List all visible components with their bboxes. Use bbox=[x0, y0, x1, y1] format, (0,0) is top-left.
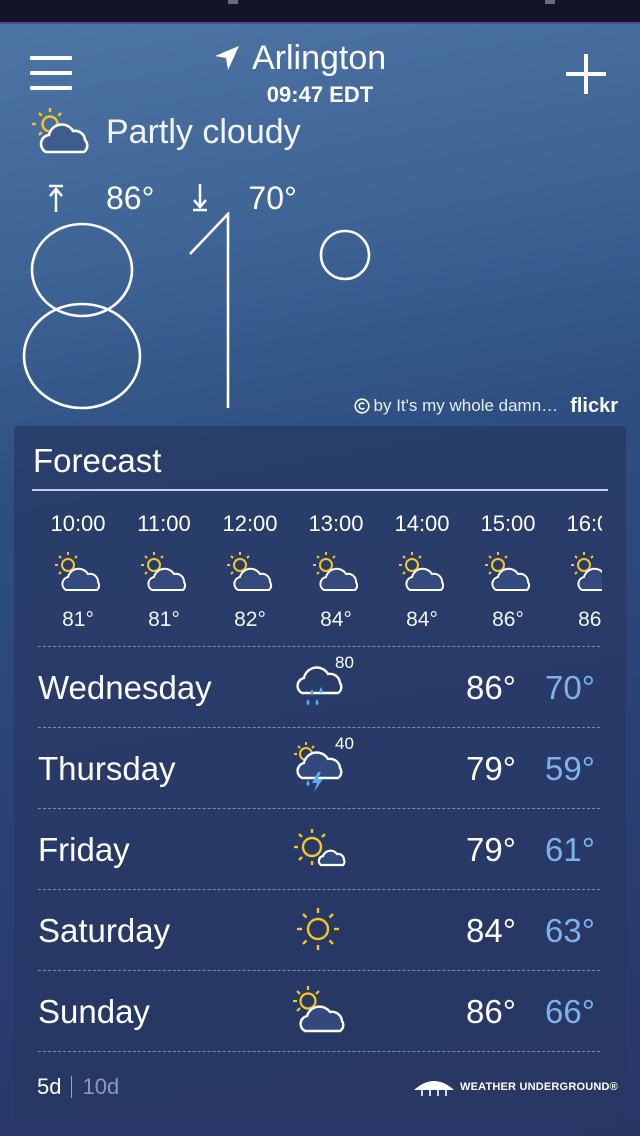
hourly-item: 15:00 86° bbox=[464, 504, 552, 632]
daily-row-wednesday[interactable]: Wednesday 80 86° 70° bbox=[38, 646, 600, 727]
photo-credit-text: by It's my whole damn… bbox=[373, 396, 559, 415]
hour-time: 16:00 bbox=[566, 511, 602, 536]
condition-label: Partly cloudy bbox=[106, 112, 301, 151]
partly-cloudy-icon bbox=[227, 552, 273, 591]
umbrella-icon bbox=[414, 1081, 454, 1096]
hour-temp: 84° bbox=[320, 608, 352, 631]
day-low: 61° bbox=[545, 831, 595, 868]
hour-time: 15:00 bbox=[480, 511, 536, 536]
hour-time: 12:00 bbox=[222, 511, 278, 536]
day-low: 59° bbox=[545, 750, 595, 787]
ten-day-button[interactable]: 10d bbox=[82, 1074, 119, 1100]
hour-temp: 81° bbox=[148, 608, 180, 631]
location-arrow-icon bbox=[215, 46, 239, 70]
forecast-panel: Forecast 10:00 81° 11:00 81° 12:00 82° 1… bbox=[14, 426, 626, 1122]
high-arrow-icon bbox=[49, 184, 63, 212]
hour-time: 14:00 bbox=[394, 511, 450, 536]
hour-time: 10:00 bbox=[50, 511, 106, 536]
five-day-button[interactable]: 5d bbox=[37, 1074, 61, 1100]
sunny-icon bbox=[297, 908, 339, 950]
hour-time: 13:00 bbox=[308, 511, 364, 536]
status-indicator bbox=[228, 0, 238, 4]
mostly-sunny-icon bbox=[294, 829, 346, 867]
hour-temp: 84° bbox=[406, 608, 438, 631]
forecast-divider bbox=[32, 489, 608, 491]
weather-underground-logo[interactable]: WEATHER UNDERGROUND® bbox=[412, 1076, 618, 1098]
precip-chance: 40 bbox=[335, 734, 354, 753]
day-low: 66° bbox=[545, 993, 595, 1030]
provider-name: WEATHER UNDERGROUND® bbox=[460, 1081, 618, 1093]
daily-forecast: Wednesday 80 86° 70° Thursday 40 79° 59°… bbox=[38, 646, 600, 1052]
daily-row-thursday[interactable]: Thursday 40 79° 59° bbox=[38, 727, 600, 808]
hour-temp: 86° bbox=[578, 608, 602, 631]
partly-cloudy-icon bbox=[293, 986, 345, 1033]
daily-row-saturday[interactable]: Saturday 84° 63° bbox=[38, 889, 600, 970]
low-arrow-icon bbox=[193, 184, 208, 212]
forecast-title: Forecast bbox=[33, 442, 162, 479]
today-high: 86° bbox=[106, 179, 155, 216]
hourly-item: 13:00 84° bbox=[292, 504, 380, 632]
day-low: 63° bbox=[545, 912, 595, 949]
day-name: Thursday bbox=[38, 750, 176, 787]
partly-cloudy-icon bbox=[32, 108, 89, 154]
photo-credit[interactable]: by It's my whole damn… flickr bbox=[353, 393, 618, 419]
range-separator bbox=[71, 1076, 73, 1098]
day-high: 79° bbox=[466, 750, 516, 787]
day-name: Sunday bbox=[38, 993, 150, 1030]
hourly-item: 10:00 81° bbox=[34, 504, 122, 632]
partly-cloudy-icon bbox=[313, 552, 359, 591]
current-condition: Partly cloudy bbox=[30, 104, 301, 160]
copyright-icon bbox=[353, 398, 370, 414]
partly-cloudy-icon bbox=[141, 552, 187, 591]
daily-divider bbox=[38, 1051, 600, 1052]
range-toggle: 5d 10d bbox=[37, 1074, 119, 1100]
day-high: 86° bbox=[466, 669, 516, 706]
hourly-item: 14:00 84° bbox=[378, 504, 466, 632]
current-temperature-graphic bbox=[22, 212, 371, 410]
day-high: 86° bbox=[466, 993, 516, 1030]
day-high: 79° bbox=[466, 831, 516, 868]
daily-row-sunday[interactable]: Sunday 86° 66° bbox=[38, 970, 600, 1051]
today-low: 70° bbox=[248, 179, 297, 216]
day-name: Saturday bbox=[38, 912, 171, 949]
day-name: Friday bbox=[38, 831, 130, 868]
partly-cloudy-icon bbox=[485, 552, 531, 591]
hourly-item: 11:00 81° bbox=[120, 504, 208, 632]
add-location-icon[interactable] bbox=[564, 52, 608, 96]
hourly-item: 12:00 82° bbox=[206, 504, 294, 632]
flickr-logo: flickr bbox=[570, 394, 618, 417]
precip-chance: 80 bbox=[335, 653, 354, 672]
hourly-forecast[interactable]: 10:00 81° 11:00 81° 12:00 82° 13:00 84° … bbox=[34, 504, 602, 634]
hour-temp: 86° bbox=[492, 608, 524, 631]
day-low: 70° bbox=[545, 669, 595, 706]
hour-temp: 81° bbox=[62, 608, 94, 631]
day-name: Wednesday bbox=[38, 669, 212, 706]
hourly-item: 16:00 86° bbox=[550, 504, 602, 632]
status-bar bbox=[0, 0, 640, 24]
current-temperature bbox=[14, 212, 374, 422]
partly-cloudy-icon bbox=[571, 552, 602, 591]
partly-cloudy-icon bbox=[55, 552, 101, 591]
city-name: Arlington bbox=[252, 38, 387, 77]
hour-temp: 82° bbox=[234, 608, 266, 631]
location-header[interactable]: Arlington bbox=[214, 38, 386, 78]
hour-time: 11:00 bbox=[137, 511, 191, 536]
partly-cloudy-icon bbox=[399, 552, 445, 591]
day-high: 84° bbox=[466, 912, 516, 949]
daily-row-friday[interactable]: Friday 79° 61° bbox=[38, 808, 600, 889]
status-indicator bbox=[545, 0, 555, 4]
